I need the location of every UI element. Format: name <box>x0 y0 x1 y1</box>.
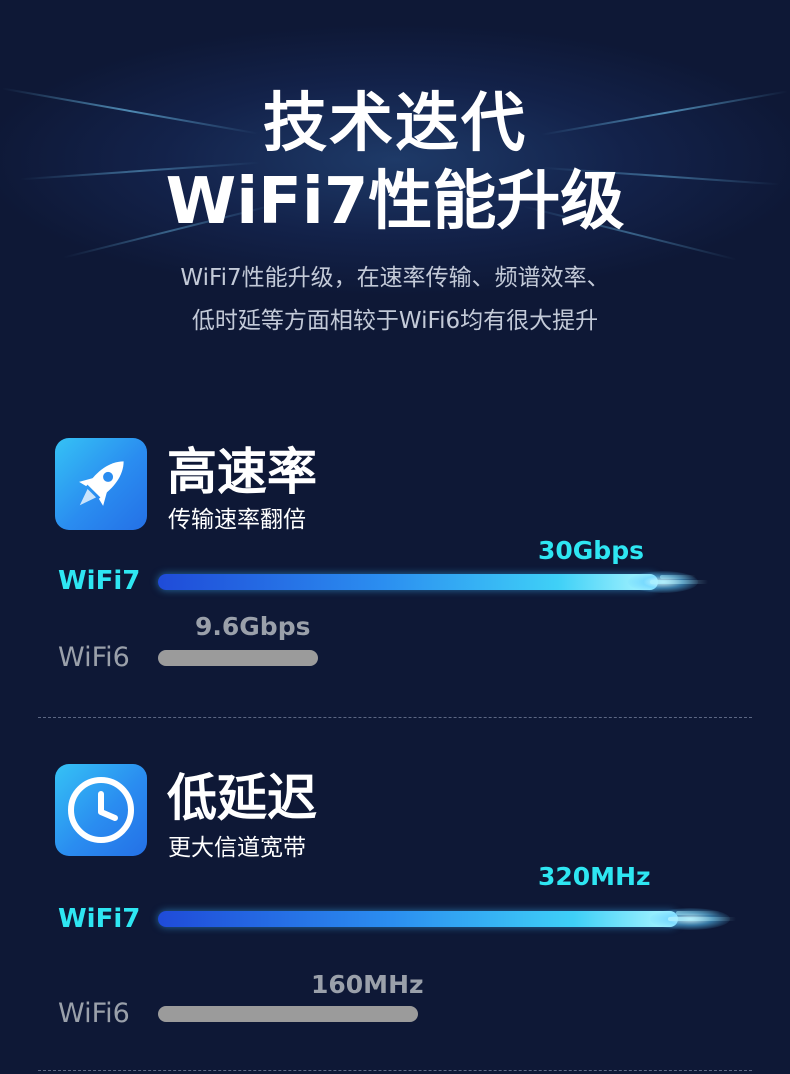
wifi7-value: 320MHz <box>538 862 651 891</box>
wifi7-bandwidth-bar <box>158 911 678 927</box>
hero-title-line2: WiFi7性能升级 <box>165 165 625 239</box>
wifi6-label: WiFi6 <box>58 642 130 673</box>
bar-spark <box>650 580 708 584</box>
wifi7-label: WiFi7 <box>58 904 141 934</box>
rocket-icon <box>55 438 147 530</box>
clock-icon <box>55 764 147 856</box>
wifi7-speed-bar <box>158 574 658 590</box>
wifi6-bandwidth-bar <box>158 1006 418 1022</box>
bar-spark <box>660 575 696 579</box>
feature-title: 低延迟 <box>167 769 317 827</box>
bar-spark <box>668 917 736 921</box>
page: 技术迭代 WiFi7性能升级 WiFi7性能升级，在速率传输、频谱效率、 低时延… <box>0 0 790 1074</box>
section-divider <box>38 1070 752 1071</box>
wifi7-label: WiFi7 <box>58 566 141 596</box>
section-divider <box>38 717 752 718</box>
wifi7-value: 30Gbps <box>538 536 644 565</box>
hero-subtitle-line2: 低时延等方面相较于WiFi6均有很大提升 <box>191 308 599 334</box>
feature-desc: 传输速率翻倍 <box>168 507 306 533</box>
wifi6-value: 9.6Gbps <box>195 612 311 641</box>
feature-desc: 更大信道宽带 <box>168 835 306 861</box>
bar-spark <box>676 911 720 915</box>
wifi6-label: WiFi6 <box>58 998 130 1029</box>
feature-title: 高速率 <box>167 443 317 501</box>
wifi6-speed-bar <box>158 650 318 666</box>
wifi6-value: 160MHz <box>311 970 424 999</box>
hero-subtitle-line1: WiFi7性能升级，在速率传输、频谱效率、 <box>180 265 610 291</box>
